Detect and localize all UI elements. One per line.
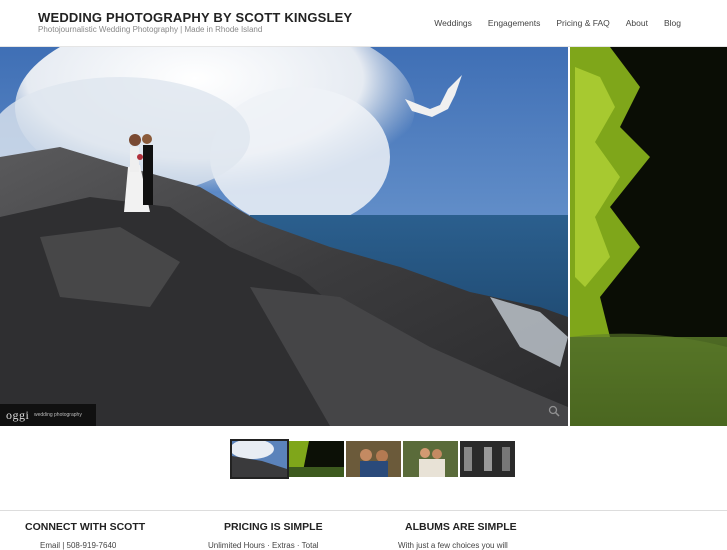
albums-text: With just a few choices you will xyxy=(398,541,508,550)
thumbnail[interactable] xyxy=(403,441,458,477)
thumbnail[interactable] xyxy=(460,441,515,477)
nav-about[interactable]: About xyxy=(626,18,648,28)
connect-contact[interactable]: Email | 508-919-7640 xyxy=(40,541,116,550)
thumbnail[interactable] xyxy=(346,441,401,477)
pricing-text: Unlimited Hours · Extras · Total xyxy=(208,541,319,550)
watermark-logo: oggi xyxy=(6,408,30,422)
nav-blog[interactable]: Blog xyxy=(664,18,681,28)
site-header: WEDDING PHOTOGRAPHY BY SCOTT KINGSLEY Ph… xyxy=(0,0,727,47)
pricing-heading: PRICING IS SIMPLE xyxy=(224,521,323,533)
hero-image xyxy=(0,47,727,426)
thumbnail-strip xyxy=(230,439,516,479)
footer: CONNECT WITH SCOTT Email | 508-919-7640 … xyxy=(0,510,727,550)
fullscreen-icon[interactable] xyxy=(548,405,560,417)
watermark-subtitle: wedding photography xyxy=(34,412,82,418)
hero-slideshow[interactable] xyxy=(0,47,727,426)
connect-heading: CONNECT WITH SCOTT xyxy=(25,521,146,533)
main-nav: Weddings Engagements Pricing & FAQ About… xyxy=(434,18,681,28)
thumbnail[interactable] xyxy=(230,439,289,479)
nav-weddings[interactable]: Weddings xyxy=(434,18,472,28)
site-title[interactable]: WEDDING PHOTOGRAPHY BY SCOTT KINGSLEY xyxy=(38,10,352,25)
thumbnail[interactable] xyxy=(289,441,344,477)
albums-heading: ALBUMS ARE SIMPLE xyxy=(405,521,517,533)
watermark: oggi wedding photography xyxy=(0,404,96,426)
nav-pricing-faq[interactable]: Pricing & FAQ xyxy=(556,18,609,28)
nav-engagements[interactable]: Engagements xyxy=(488,18,540,28)
site-tagline: Photojournalistic Wedding Photography | … xyxy=(38,25,263,34)
